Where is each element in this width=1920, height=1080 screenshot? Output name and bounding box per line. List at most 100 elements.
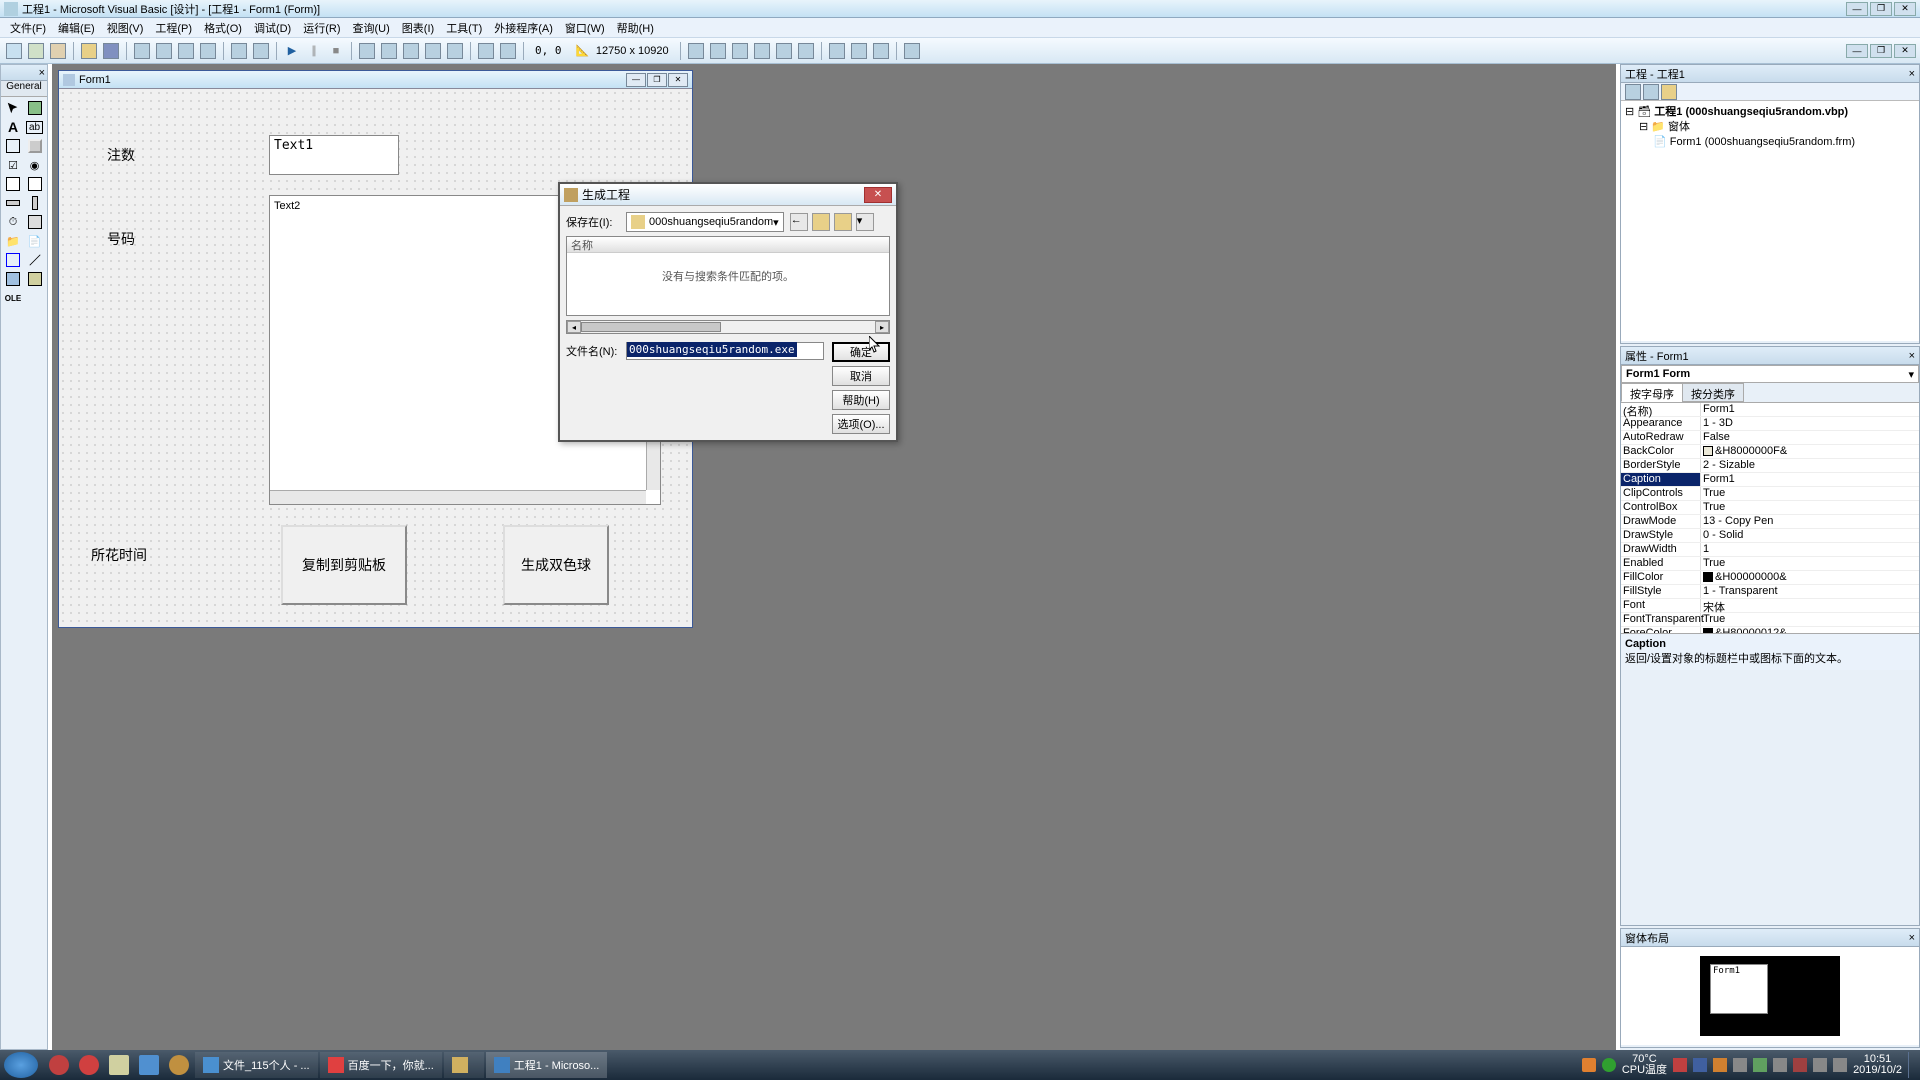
- mdi-minimize-button[interactable]: —: [1846, 44, 1868, 58]
- add-project-button[interactable]: [4, 41, 24, 61]
- copy-button[interactable]: 复制到剪贴板: [281, 525, 407, 605]
- tray-icon[interactable]: [1693, 1058, 1707, 1072]
- menu-edit[interactable]: 编辑(E): [52, 18, 101, 38]
- text2-hscrollbar[interactable]: [270, 490, 646, 504]
- picturebox-tool[interactable]: [25, 99, 45, 117]
- mdi-restore-button[interactable]: ❐: [1870, 44, 1892, 58]
- filename-input[interactable]: 000shuangseqiu5random.exe: [626, 342, 824, 360]
- tab-alphabetic[interactable]: 按字母序: [1621, 383, 1683, 402]
- tray-icon[interactable]: [1793, 1058, 1807, 1072]
- textbox-tool[interactable]: ab: [25, 118, 45, 136]
- start-button[interactable]: [4, 1052, 38, 1078]
- task-item-active[interactable]: 工程1 - Microso...: [486, 1052, 608, 1078]
- menu-file[interactable]: 文件(F): [4, 18, 52, 38]
- start-button[interactable]: ▶: [282, 41, 302, 61]
- property-row[interactable]: DrawWidth1: [1621, 543, 1919, 557]
- form-maximize-button[interactable]: ❐: [647, 73, 667, 87]
- property-row[interactable]: ControlBoxTrue: [1621, 501, 1919, 515]
- checkbox-tool[interactable]: ☑: [3, 156, 23, 174]
- data-view-button[interactable]: [476, 41, 496, 61]
- tree-project-node[interactable]: ⊟ 🗃 工程1 (000shuangseqiu5random.vbp): [1625, 105, 1915, 120]
- property-row[interactable]: ClipControlsTrue: [1621, 487, 1919, 501]
- open-button[interactable]: [79, 41, 99, 61]
- property-row[interactable]: FillStyle1 - Transparent: [1621, 585, 1919, 599]
- find-button[interactable]: [198, 41, 218, 61]
- menu-run[interactable]: 运行(R): [297, 18, 346, 38]
- property-row[interactable]: AutoRedrawFalse: [1621, 431, 1919, 445]
- menu-editor-button[interactable]: [48, 41, 68, 61]
- ok-button[interactable]: 确定: [832, 342, 890, 362]
- column-name[interactable]: 名称: [567, 237, 889, 253]
- menu-tools[interactable]: 工具(T): [440, 18, 488, 38]
- tray-icon[interactable]: [1602, 1058, 1616, 1072]
- line-tool[interactable]: [25, 251, 45, 269]
- menu-project[interactable]: 工程(P): [149, 18, 198, 38]
- properties-grid[interactable]: (名称)Form1Appearance1 - 3DAutoRedrawFalse…: [1621, 403, 1919, 633]
- pinned-app-2[interactable]: [75, 1052, 103, 1078]
- tray-icon[interactable]: [1713, 1058, 1727, 1072]
- mdi-close-button[interactable]: ✕: [1894, 44, 1916, 58]
- form-close-button[interactable]: ✕: [668, 73, 688, 87]
- toolbox-tab-general[interactable]: General: [1, 81, 47, 97]
- data-tool[interactable]: [25, 270, 45, 288]
- ole-tool[interactable]: OLE: [3, 289, 23, 307]
- file-list-hscrollbar[interactable]: ◂ ▸: [566, 320, 890, 334]
- network-icon[interactable]: [1833, 1058, 1847, 1072]
- image-tool[interactable]: [3, 270, 23, 288]
- task-item[interactable]: 文件_115个人 - ...: [195, 1052, 318, 1078]
- object-browser-button[interactable]: [423, 41, 443, 61]
- align-middle-button[interactable]: [774, 41, 794, 61]
- pinned-app-5[interactable]: [165, 1052, 193, 1078]
- menu-format[interactable]: 格式(O): [198, 18, 248, 38]
- property-row[interactable]: FillColor&H00000000&: [1621, 571, 1919, 585]
- cpu-temp[interactable]: 70°CCPU温度: [1622, 1054, 1667, 1076]
- tray-icon[interactable]: [1582, 1058, 1596, 1072]
- scroll-right-icon[interactable]: ▸: [875, 321, 889, 333]
- task-item[interactable]: [444, 1052, 484, 1078]
- form-layout-button[interactable]: [401, 41, 421, 61]
- cancel-button[interactable]: 取消: [832, 366, 890, 386]
- menu-addins[interactable]: 外接程序(A): [488, 18, 559, 38]
- lock-button[interactable]: [902, 41, 922, 61]
- dialog-titlebar[interactable]: 生成工程 ✕: [560, 184, 896, 206]
- menu-diagram[interactable]: 图表(I): [396, 18, 440, 38]
- optionbutton-tool[interactable]: ◉: [25, 156, 45, 174]
- property-row[interactable]: EnabledTrue: [1621, 557, 1919, 571]
- pinned-app-3[interactable]: [105, 1052, 133, 1078]
- up-button[interactable]: [812, 213, 830, 231]
- view-code-button[interactable]: [1625, 84, 1641, 100]
- align-bottom-button[interactable]: [796, 41, 816, 61]
- scroll-left-icon[interactable]: ◂: [567, 321, 581, 333]
- text1-textbox[interactable]: Text1: [269, 135, 399, 175]
- toolbox-close-icon[interactable]: ×: [39, 67, 45, 79]
- properties-button[interactable]: [379, 41, 399, 61]
- form-layout-view[interactable]: Form1: [1621, 947, 1919, 1045]
- maximize-button[interactable]: ❐: [1870, 2, 1892, 16]
- end-button[interactable]: ■: [326, 41, 346, 61]
- commandbutton-tool[interactable]: [25, 137, 45, 155]
- label-time[interactable]: 所花时间: [91, 545, 147, 565]
- vscrollbar-tool[interactable]: [25, 194, 45, 212]
- timer-tool[interactable]: ⏱: [3, 213, 23, 231]
- same-width-button[interactable]: [827, 41, 847, 61]
- undo-button[interactable]: [229, 41, 249, 61]
- project-explorer-close-icon[interactable]: ×: [1909, 68, 1915, 80]
- toggle-folders-button[interactable]: [1661, 84, 1677, 100]
- scroll-thumb[interactable]: [581, 322, 721, 332]
- redo-button[interactable]: [251, 41, 271, 61]
- tray-icon[interactable]: [1733, 1058, 1747, 1072]
- task-item[interactable]: 百度一下，你就...: [320, 1052, 442, 1078]
- clock[interactable]: 10:512019/10/2: [1853, 1054, 1902, 1076]
- add-form-button[interactable]: [26, 41, 46, 61]
- pointer-tool[interactable]: [3, 99, 23, 117]
- project-tree[interactable]: ⊟ 🗃 工程1 (000shuangseqiu5random.vbp) ⊟ 📁 …: [1621, 101, 1919, 341]
- property-row[interactable]: FontTransparentTrue: [1621, 613, 1919, 627]
- menu-debug[interactable]: 调试(D): [248, 18, 297, 38]
- align-left-button[interactable]: [686, 41, 706, 61]
- pinned-app-1[interactable]: [45, 1052, 73, 1078]
- same-size-button[interactable]: [871, 41, 891, 61]
- dirlistbox-tool[interactable]: 📁: [3, 232, 23, 250]
- minimize-button[interactable]: —: [1846, 2, 1868, 16]
- toolbox-button[interactable]: [445, 41, 465, 61]
- tray-icon[interactable]: [1673, 1058, 1687, 1072]
